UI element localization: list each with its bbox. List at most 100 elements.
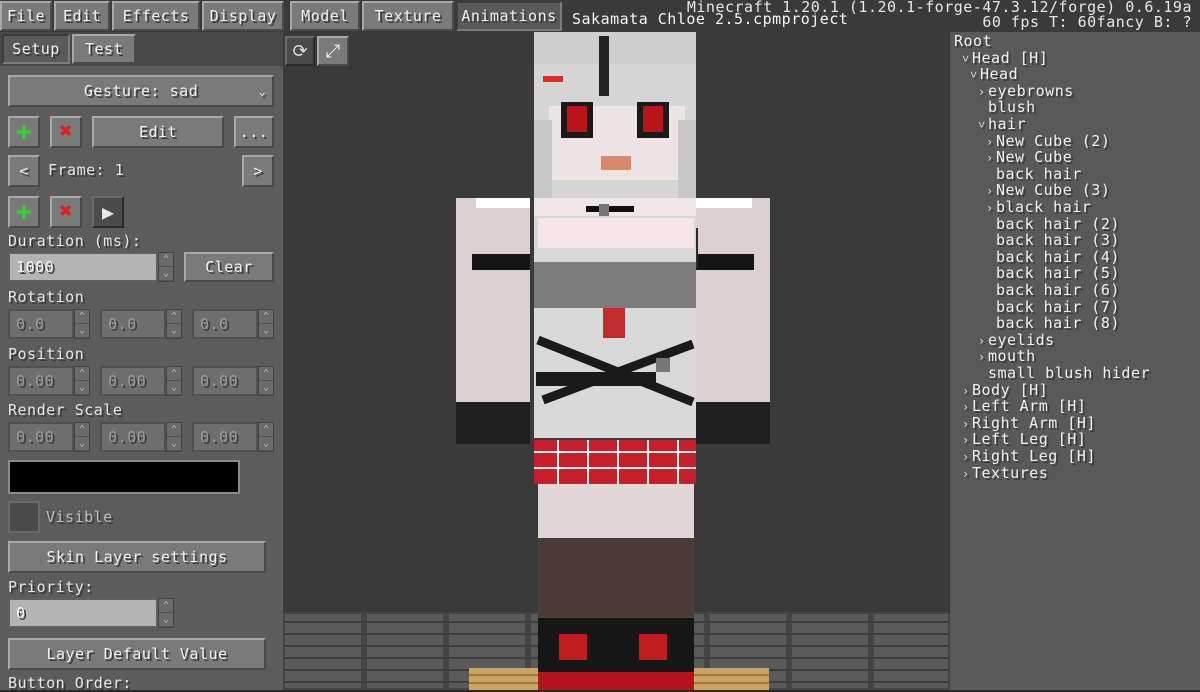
edit-animation-button[interactable]: Edit <box>92 116 224 148</box>
duration-stepper[interactable]: ⌃ ⌄ <box>158 252 174 282</box>
tree-node[interactable]: back hair (7) <box>986 298 1120 316</box>
chevron-up-icon[interactable]: ⌃ <box>259 367 273 381</box>
tree-node[interactable]: › Right Arm [H] <box>962 414 1096 432</box>
rotation-x-input[interactable]: 0.0 <box>8 309 74 339</box>
tree-node[interactable]: › Left Leg [H] <box>962 430 1086 448</box>
chevron-right-icon[interactable]: › <box>986 201 996 215</box>
chevron-down-icon[interactable]: ⌄ <box>159 267 173 281</box>
tree-node[interactable]: back hair (2) <box>986 215 1120 233</box>
clear-button[interactable]: Clear <box>184 252 274 282</box>
tree-node[interactable]: ˅ hair <box>978 115 1026 133</box>
scale-x-stepper[interactable]: ⌃ ⌄ <box>74 422 90 452</box>
chevron-down-icon[interactable]: ⌄ <box>167 324 181 338</box>
chevron-down-icon[interactable]: ⌄ <box>75 381 89 395</box>
tab-setup[interactable]: Setup <box>2 34 70 64</box>
chevron-down-icon[interactable]: ⌄ <box>259 437 273 451</box>
priority-input[interactable]: 0 <box>8 598 158 628</box>
chevron-right-icon[interactable]: › <box>962 417 972 431</box>
layer-default-value-button[interactable]: Layer Default Value <box>8 638 266 670</box>
model-viewport[interactable]: ⟳ ⤢ <box>283 32 991 690</box>
tree-node[interactable]: back hair (6) <box>986 281 1120 299</box>
tree-node[interactable]: back hair (8) <box>986 314 1120 332</box>
chevron-right-icon[interactable]: › <box>962 433 972 447</box>
chevron-right-icon[interactable]: › <box>978 85 988 99</box>
chevron-up-icon[interactable]: ⌃ <box>159 253 173 267</box>
menu-display[interactable]: Display <box>202 1 284 31</box>
tree-node[interactable]: › Body [H] <box>962 381 1048 399</box>
tree-node[interactable]: › New Cube (3) <box>986 181 1110 199</box>
tree-node[interactable]: back hair (3) <box>986 231 1120 249</box>
add-animation-button[interactable]: + <box>8 116 40 148</box>
position-y-stepper[interactable]: ⌃ ⌄ <box>166 366 182 396</box>
chevron-down-icon[interactable]: ⌄ <box>167 437 181 451</box>
position-x-input[interactable]: 0.00 <box>8 366 74 396</box>
chevron-right-icon[interactable]: › <box>978 350 988 364</box>
tree-node[interactable]: › eyebrowns <box>978 82 1074 100</box>
chevron-right-icon[interactable]: › <box>978 334 988 348</box>
chevron-up-icon[interactable]: ⌃ <box>259 423 273 437</box>
menu-edit[interactable]: Edit <box>54 1 110 31</box>
gesture-dropdown[interactable]: Gesture: sad ⌄ <box>8 75 274 107</box>
tree-node[interactable]: › black hair <box>986 198 1091 216</box>
scale-z-stepper[interactable]: ⌃ ⌄ <box>258 422 274 452</box>
remove-frame-button[interactable]: ✖ <box>50 196 82 228</box>
priority-stepper[interactable]: ⌃ ⌄ <box>158 598 174 628</box>
chevron-up-icon[interactable]: ⌃ <box>159 599 173 613</box>
tree-node[interactable]: › mouth <box>978 347 1036 365</box>
tab-animations[interactable]: Animations <box>456 1 562 31</box>
chevron-right-icon[interactable]: › <box>986 135 996 149</box>
tab-model[interactable]: Model <box>290 1 360 31</box>
tree-node[interactable]: › New Cube (2) <box>986 132 1110 150</box>
chevron-up-icon[interactable]: ⌃ <box>167 310 181 324</box>
position-z-input[interactable]: 0.00 <box>192 366 258 396</box>
chevron-right-icon[interactable]: › <box>986 151 996 165</box>
tree-node[interactable]: back hair (4) <box>986 248 1120 266</box>
tree-node[interactable]: blush <box>978 98 1036 116</box>
tree-node[interactable]: › Right Leg [H] <box>962 447 1096 465</box>
chevron-down-icon[interactable]: ⌄ <box>259 381 273 395</box>
scale-y-stepper[interactable]: ⌃ ⌄ <box>166 422 182 452</box>
tree-node[interactable]: ˅ Head [H] <box>962 49 1048 67</box>
tree-node[interactable]: › Textures <box>962 464 1048 482</box>
tree-node[interactable]: back hair (5) <box>986 264 1120 282</box>
tab-texture[interactable]: Texture <box>362 1 454 31</box>
rotation-z-stepper[interactable]: ⌃ ⌄ <box>258 309 274 339</box>
chevron-down-icon[interactable]: ⌄ <box>75 324 89 338</box>
tree-node[interactable]: Root <box>954 32 992 50</box>
chevron-down-icon[interactable]: ⌄ <box>159 613 173 627</box>
next-frame-button[interactable]: > <box>242 155 274 187</box>
more-options-button[interactable]: ... <box>234 116 274 148</box>
position-z-stepper[interactable]: ⌃ ⌄ <box>258 366 274 396</box>
chevron-up-icon[interactable]: ⌃ <box>167 367 181 381</box>
rotation-y-input[interactable]: 0.0 <box>100 309 166 339</box>
chevron-right-icon[interactable]: › <box>986 184 996 198</box>
visible-checkbox[interactable] <box>8 501 40 533</box>
chevron-up-icon[interactable]: ⌃ <box>75 367 89 381</box>
rotation-z-input[interactable]: 0.0 <box>192 309 258 339</box>
duration-input[interactable]: 1000 <box>8 252 158 282</box>
chevron-up-icon[interactable]: ⌃ <box>75 423 89 437</box>
scale-z-input[interactable]: 0.00 <box>192 422 258 452</box>
tree-node[interactable]: ˅ Head <box>970 65 1018 83</box>
scale-x-input[interactable]: 0.00 <box>8 422 74 452</box>
chevron-right-icon[interactable]: › <box>962 467 972 481</box>
tree-node[interactable]: small blush hider <box>978 364 1150 382</box>
remove-animation-button[interactable]: ✖ <box>50 116 82 148</box>
prev-frame-button[interactable]: < <box>8 155 40 187</box>
chevron-down-icon[interactable]: ⌄ <box>259 324 273 338</box>
chevron-right-icon[interactable]: › <box>962 400 972 414</box>
tree-node[interactable]: back hair <box>986 165 1082 183</box>
menu-file[interactable]: File <box>0 1 52 31</box>
chevron-up-icon[interactable]: ⌃ <box>259 310 273 324</box>
menu-effects[interactable]: Effects <box>112 1 200 31</box>
play-button[interactable]: ▶ <box>92 196 124 228</box>
color-picker-field[interactable] <box>8 460 240 494</box>
tab-test[interactable]: Test <box>72 34 136 64</box>
add-frame-button[interactable]: + <box>8 196 40 228</box>
chevron-up-icon[interactable]: ⌃ <box>75 310 89 324</box>
scale-y-input[interactable]: 0.00 <box>100 422 166 452</box>
chevron-down-icon[interactable]: ⌄ <box>75 437 89 451</box>
chevron-down-icon[interactable]: ⌄ <box>167 381 181 395</box>
chevron-right-icon[interactable]: › <box>962 384 972 398</box>
tree-node[interactable]: › eyelids <box>978 331 1055 349</box>
